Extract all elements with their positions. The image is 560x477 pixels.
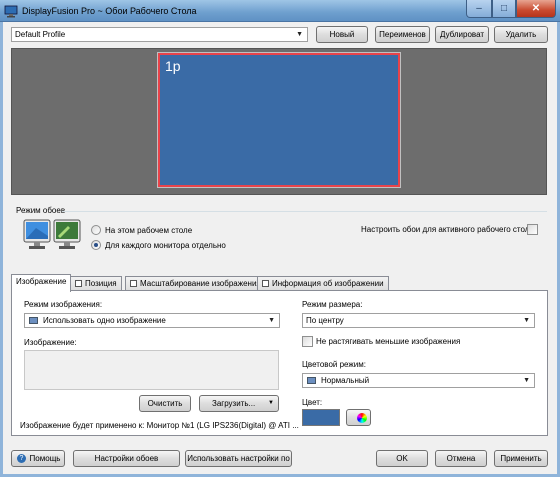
ok-button[interactable]: OK <box>376 450 428 467</box>
profile-select[interactable]: Default Profile ▼ <box>11 27 308 42</box>
title-bar[interactable]: DisplayFusion Pro ~ Обои Рабочего Стола … <box>0 0 560 22</box>
wallpaper-settings-button[interactable]: Настройки обоев <box>73 450 180 467</box>
minimize-icon: – <box>476 3 482 14</box>
image-mode-select[interactable]: Использовать одно изображение ▼ <box>24 313 280 328</box>
tab-scaling[interactable]: Масштабирование изображения <box>125 276 266 291</box>
delete-profile-button[interactable]: Удалить <box>494 26 548 43</box>
size-mode-label: Режим размера: <box>302 300 363 309</box>
help-button[interactable]: ? Помощь <box>11 450 65 467</box>
new-profile-button[interactable]: Новый <box>316 26 368 43</box>
use-default-settings-button[interactable]: Использовать настройки по <box>185 450 292 467</box>
radio-same-desktop[interactable] <box>91 225 101 235</box>
radio-each-monitor[interactable] <box>91 240 101 250</box>
color-mode-select-value: Нормальный <box>321 376 370 385</box>
tab-image-info[interactable]: Информация об изображении <box>257 276 389 291</box>
no-stretch-checkbox[interactable] <box>302 336 313 347</box>
monitors-icon <box>23 219 81 249</box>
tab-image-info-icon <box>262 280 269 287</box>
color-mode-label: Цветовой режим: <box>302 360 366 369</box>
apply-button[interactable]: Применить <box>494 450 548 467</box>
dropdown-arrow-icon: ▼ <box>268 400 274 406</box>
active-desktop-checkbox[interactable] <box>527 224 538 235</box>
tab-image-info-label: Информация об изображении <box>272 279 384 288</box>
load-image-button-label: Загрузить... <box>212 399 256 408</box>
no-stretch-label[interactable]: Не растягивать меньшие изображения <box>316 337 460 346</box>
clear-image-button[interactable]: Очистить <box>139 395 191 412</box>
maximize-icon: □ <box>500 3 508 14</box>
chevron-down-icon: ▼ <box>296 31 303 38</box>
rename-profile-button[interactable]: Переименов <box>375 26 430 43</box>
chevron-down-icon: ▼ <box>268 317 275 324</box>
tab-scaling-label: Масштабирование изображения <box>140 279 261 288</box>
size-mode-select[interactable]: По центру ▼ <box>302 313 535 328</box>
minimize-button[interactable]: – <box>466 0 492 18</box>
radio-each-monitor-label[interactable]: Для каждого монитора отдельно <box>105 241 226 250</box>
chevron-down-icon: ▼ <box>523 317 530 324</box>
load-image-button[interactable]: Загрузить... ▼ <box>199 395 279 412</box>
image-mode-label: Режим изображения: <box>24 300 103 309</box>
color-wheel-icon <box>357 413 367 423</box>
tab-position-label: Позиция <box>85 279 117 288</box>
group-divider <box>62 211 547 212</box>
image-preview-box[interactable] <box>24 350 279 390</box>
wallpaper-mode-title: Режим обоев <box>16 206 66 215</box>
color-swatch[interactable] <box>302 409 340 426</box>
help-icon: ? <box>17 454 26 463</box>
window-title: DisplayFusion Pro ~ Обои Рабочего Стола <box>22 6 197 16</box>
tab-scaling-icon <box>130 280 137 287</box>
apply-target-status: Изображение будет применено к: Монитор №… <box>20 421 299 430</box>
tab-position-icon <box>75 280 82 287</box>
maximize-button[interactable]: □ <box>492 0 516 18</box>
tab-position[interactable]: Позиция <box>70 276 122 291</box>
close-button[interactable]: ✕ <box>516 0 556 18</box>
color-picker-button[interactable] <box>346 409 371 426</box>
active-desktop-label[interactable]: Настроить обои для активного рабочего ст… <box>361 225 534 234</box>
image-mode-select-value: Использовать одно изображение <box>43 316 166 325</box>
monitor-1-label: 1p <box>165 58 181 74</box>
image-mode-icon <box>29 317 38 324</box>
chevron-down-icon: ▼ <box>523 377 530 384</box>
close-icon: ✕ <box>531 3 541 14</box>
color-mode-select[interactable]: Нормальный ▼ <box>302 373 535 388</box>
image-label: Изображение: <box>24 338 77 347</box>
color-mode-icon <box>307 377 316 384</box>
help-button-label: Помощь <box>29 454 61 463</box>
tab-image-label: Изображение <box>16 277 67 286</box>
displayfusion-app-icon <box>4 5 18 18</box>
size-mode-select-value: По центру <box>306 316 344 325</box>
duplicate-profile-button[interactable]: Дублироват <box>435 26 489 43</box>
cancel-button[interactable]: Отмена <box>435 450 487 467</box>
tab-image[interactable]: Изображение <box>11 274 72 292</box>
monitor-1-preview[interactable] <box>157 52 401 188</box>
color-label: Цвет: <box>302 398 323 407</box>
radio-same-desktop-label[interactable]: На этом рабочем столе <box>105 226 192 235</box>
profile-select-value: Default Profile <box>15 30 66 39</box>
